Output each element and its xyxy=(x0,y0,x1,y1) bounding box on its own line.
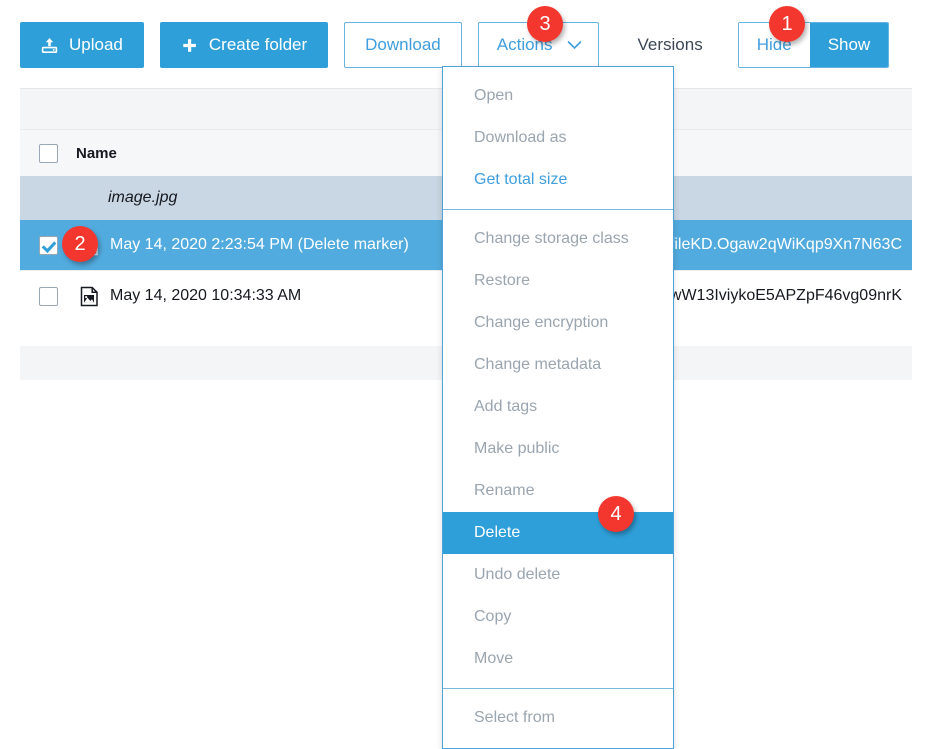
upload-button[interactable]: Upload xyxy=(20,22,144,68)
menu-item-change-metadata[interactable]: Change metadata xyxy=(443,344,673,386)
menu-item-make-public[interactable]: Make public xyxy=(443,428,673,470)
row-name-label: May 14, 2020 2:23:54 PM (Delete marker) xyxy=(110,236,409,253)
step-badge-1: 1 xyxy=(769,6,805,42)
menu-item-add-tags[interactable]: Add tags xyxy=(443,386,673,428)
menu-group-padding-2 xyxy=(443,210,673,218)
menu-item-delete[interactable]: Delete xyxy=(443,512,673,554)
menu-item-move[interactable]: Move xyxy=(443,638,673,680)
object-name-label: image.jpg xyxy=(108,189,178,206)
row-name-cell: May 14, 2020 2:23:54 PM (Delete marker) xyxy=(76,235,487,256)
versions-text: Versions xyxy=(637,35,703,54)
upload-button-label: Upload xyxy=(69,35,123,54)
versions-label: Versions xyxy=(619,22,722,68)
name-column-label: Name xyxy=(76,144,117,162)
menu-item-restore[interactable]: Restore xyxy=(443,260,673,302)
menu-item-change-storage-class[interactable]: Change storage class xyxy=(443,218,673,260)
row-checkbox[interactable] xyxy=(38,286,58,306)
actions-dropdown-menu: Open Download as Get total size Change s… xyxy=(442,66,674,749)
menu-item-download-as[interactable]: Download as xyxy=(443,117,673,159)
row-name-label: May 14, 2020 10:34:33 AM xyxy=(110,287,302,304)
menu-item-copy[interactable]: Copy xyxy=(443,596,673,638)
show-button[interactable]: Show xyxy=(809,23,889,67)
select-all-checkbox[interactable] xyxy=(38,143,58,163)
row-checkbox[interactable] xyxy=(38,235,58,255)
versions-toggle-group: Hide Show xyxy=(737,22,890,68)
menu-item-change-encryption[interactable]: Change encryption xyxy=(443,302,673,344)
select-all-cell[interactable] xyxy=(20,143,76,163)
menu-bottom-padding xyxy=(443,739,673,748)
create-folder-button[interactable]: Create folder xyxy=(159,22,329,68)
step-badge-3: 3 xyxy=(527,6,563,42)
menu-top-padding xyxy=(443,67,673,75)
show-button-label: Show xyxy=(827,35,871,54)
menu-group-padding-4 xyxy=(443,689,673,697)
row-checkbox-cell[interactable] xyxy=(20,286,76,306)
menu-item-undo-delete[interactable]: Undo delete xyxy=(443,554,673,596)
menu-group-padding-1 xyxy=(443,201,673,209)
download-button[interactable]: Download xyxy=(344,22,462,68)
menu-item-select-from[interactable]: Select from xyxy=(443,697,673,739)
menu-item-open[interactable]: Open xyxy=(443,75,673,117)
upload-icon xyxy=(41,37,58,54)
download-button-label: Download xyxy=(365,35,441,54)
menu-item-get-total-size[interactable]: Get total size xyxy=(443,159,673,201)
step-badge-2: 2 xyxy=(62,226,98,262)
step-badge-4: 4 xyxy=(598,496,634,532)
create-folder-button-label: Create folder xyxy=(208,35,308,54)
plus-icon xyxy=(181,37,198,54)
menu-group-padding-3 xyxy=(443,680,673,688)
menu-item-rename[interactable]: Rename xyxy=(443,470,673,512)
image-file-icon xyxy=(80,286,99,307)
chevron-down-icon xyxy=(567,40,582,50)
